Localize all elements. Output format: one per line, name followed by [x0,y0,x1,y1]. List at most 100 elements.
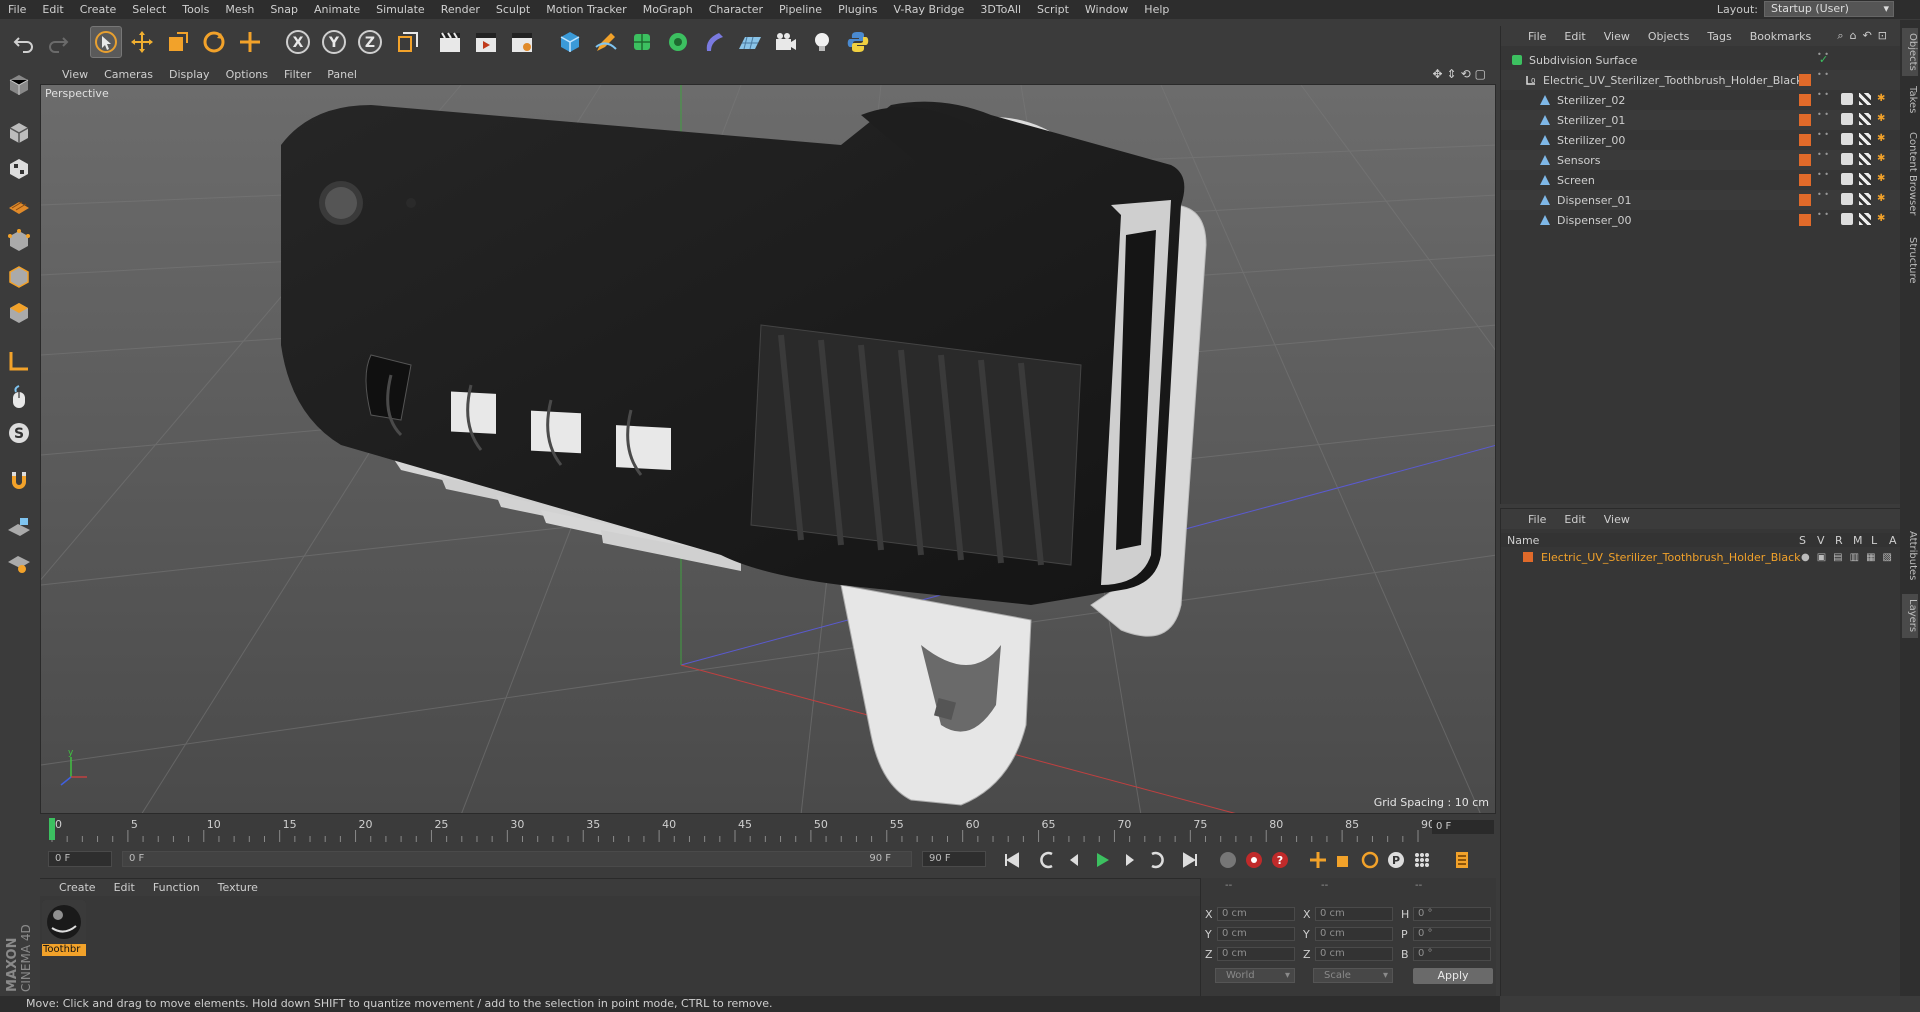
layer-color-chip[interactable] [1799,194,1811,206]
viewport-menu-cameras[interactable]: Cameras [96,68,161,81]
scale-tool-button[interactable] [162,26,194,58]
layer-color-chip[interactable] [1799,154,1811,166]
cube-primitive-button[interactable] [554,26,586,58]
x-axis-lock-button[interactable]: X [282,26,314,58]
coordinate-system-button[interactable] [392,26,424,58]
pos-y-field[interactable]: 0 cm [1217,927,1295,941]
om-menu-objects[interactable]: Objects [1639,30,1699,43]
visibility-dots-icon[interactable]: • • [1817,131,1829,144]
redo-button[interactable] [42,26,74,58]
phong-tag-icon[interactable] [1841,213,1853,225]
menu-snap[interactable]: Snap [262,0,306,19]
record-keys-button[interactable] [1216,849,1240,871]
floor-button[interactable] [734,26,766,58]
object-name[interactable]: Screen [1557,174,1595,187]
deformer-button[interactable] [698,26,730,58]
layer-name[interactable]: Electric_UV_Sterilizer_Toothbrush_Holder… [1541,551,1801,564]
key-position-button[interactable] [1306,849,1330,871]
menu-render[interactable]: Render [433,0,488,19]
keyframe-selection-button[interactable]: ? [1268,849,1292,871]
layout-dropdown[interactable]: Startup (User) [1764,1,1894,17]
visibility-dots-icon[interactable]: • • [1817,91,1829,104]
y-axis-lock-button[interactable]: Y [318,26,350,58]
visibility-dots-icon[interactable]: • • [1817,191,1829,204]
object-row[interactable]: Subdivision Surface ✓ • • [1501,50,1901,70]
object-name[interactable]: Subdivision Surface [1529,54,1637,67]
om-menu-tags[interactable]: Tags [1698,30,1740,43]
object-row[interactable]: Dispenser_00 • • ✱ [1501,210,1901,230]
pos-z-field[interactable]: 0 cm [1217,947,1295,961]
material-tag-icon[interactable] [1859,113,1871,125]
material-tag-icon[interactable] [1859,213,1871,225]
playhead-marker[interactable] [49,818,55,840]
visibility-dots-icon[interactable]: • • [1817,151,1829,164]
prev-frame-button[interactable] [1062,849,1086,871]
uvw-tag-icon[interactable]: ✱ [1877,153,1889,165]
autokey-button[interactable] [1242,849,1266,871]
layer-color-chip[interactable] [1799,214,1811,226]
layer-color-chip[interactable] [1799,94,1811,106]
object-row[interactable]: Sterilizer_02 • • ✱ [1501,90,1901,110]
layer-toggle-icons[interactable]: ●▣▤▥▦▧ [1801,552,1899,563]
move-tool-button[interactable] [126,26,158,58]
edges-mode-button[interactable] [4,262,34,292]
viewport-menu-display[interactable]: Display [161,68,218,81]
size-x-field[interactable]: 0 cm [1315,907,1393,921]
model-mode-button[interactable] [4,118,34,148]
play-button[interactable] [1090,849,1114,871]
prev-keyframe-button[interactable] [1036,849,1060,871]
visibility-dots-icon[interactable]: • • [1817,171,1829,184]
om-menu-file[interactable]: File [1519,30,1555,43]
object-row[interactable]: Dispenser_01 • • ✱ [1501,190,1901,210]
lock-workplane-button[interactable] [4,512,34,542]
object-name[interactable]: Electric_UV_Sterilizer_Toothbrush_Holder… [1543,74,1803,87]
camera-button[interactable] [770,26,802,58]
layer-color-chip[interactable] [1799,114,1811,126]
menu-select[interactable]: Select [124,0,174,19]
uvw-tag-icon[interactable]: ✱ [1877,193,1889,205]
key-rotation-button[interactable] [1358,849,1382,871]
size-y-field[interactable]: 0 cm [1315,927,1393,941]
layer-color-chip[interactable] [1799,134,1811,146]
menu-file[interactable]: File [0,0,34,19]
object-row[interactable]: Sterilizer_00 • • ✱ [1501,130,1901,150]
end-frame-field[interactable]: 90 F [922,851,986,867]
tweak-mode-button[interactable] [4,382,34,412]
uvw-tag-icon[interactable]: ✱ [1877,113,1889,125]
material-tag-icon[interactable] [1859,93,1871,105]
light-button[interactable] [806,26,838,58]
material-tag-icon[interactable] [1859,173,1871,185]
menu-plugins[interactable]: Plugins [830,0,885,19]
magnet-button[interactable] [4,466,34,496]
object-row[interactable]: 0 Electric_UV_Sterilizer_Toothbrush_Holde… [1501,70,1901,90]
size-z-field[interactable]: 0 cm [1315,947,1393,961]
subdivision-button[interactable] [626,26,658,58]
menu-sculpt[interactable]: Sculpt [488,0,538,19]
uvw-tag-icon[interactable]: ✱ [1877,93,1889,105]
undo-button[interactable] [8,26,40,58]
start-frame-field[interactable]: 0 F [48,851,112,867]
rotate-tool-button[interactable] [198,26,230,58]
next-frame-button[interactable] [1118,849,1142,871]
polygons-mode-button[interactable] [4,298,34,328]
object-row[interactable]: Sterilizer_01 • • ✱ [1501,110,1901,130]
menu-help[interactable]: Help [1136,0,1177,19]
rot-p-field[interactable]: 0 ° [1413,927,1491,941]
object-row[interactable]: Sensors • • ✱ [1501,150,1901,170]
layer-row[interactable]: Electric_UV_Sterilizer_Toothbrush_Holder… [1501,549,1901,567]
viewport-nav-icons[interactable]: ✥⇕⟲▢ [1432,67,1490,81]
menu-mesh[interactable]: Mesh [217,0,262,19]
rot-h-field[interactable]: 0 ° [1413,907,1491,921]
object-name[interactable]: Dispenser_00 [1557,214,1632,227]
next-keyframe-button[interactable] [1144,849,1168,871]
layer-color-swatch[interactable] [1523,552,1533,562]
planar-workplane-button[interactable] [4,548,34,578]
om-toolbar-icons[interactable]: ⌕⌂↶⊡ [1837,29,1893,43]
rot-b-field[interactable]: 0 ° [1413,947,1491,961]
z-axis-lock-button[interactable]: Z [354,26,386,58]
timeline-ruler[interactable]: 0 5 10 15 20 25 30 35 40 45 50 55 60 65 70 75 80 85 90 [40,816,1496,846]
visibility-dots-icon[interactable]: • • [1817,51,1829,64]
phong-tag-icon[interactable] [1841,93,1853,105]
frame-range-slider[interactable]: 0 F 90 F [122,851,912,867]
render-view-button[interactable] [434,26,466,58]
